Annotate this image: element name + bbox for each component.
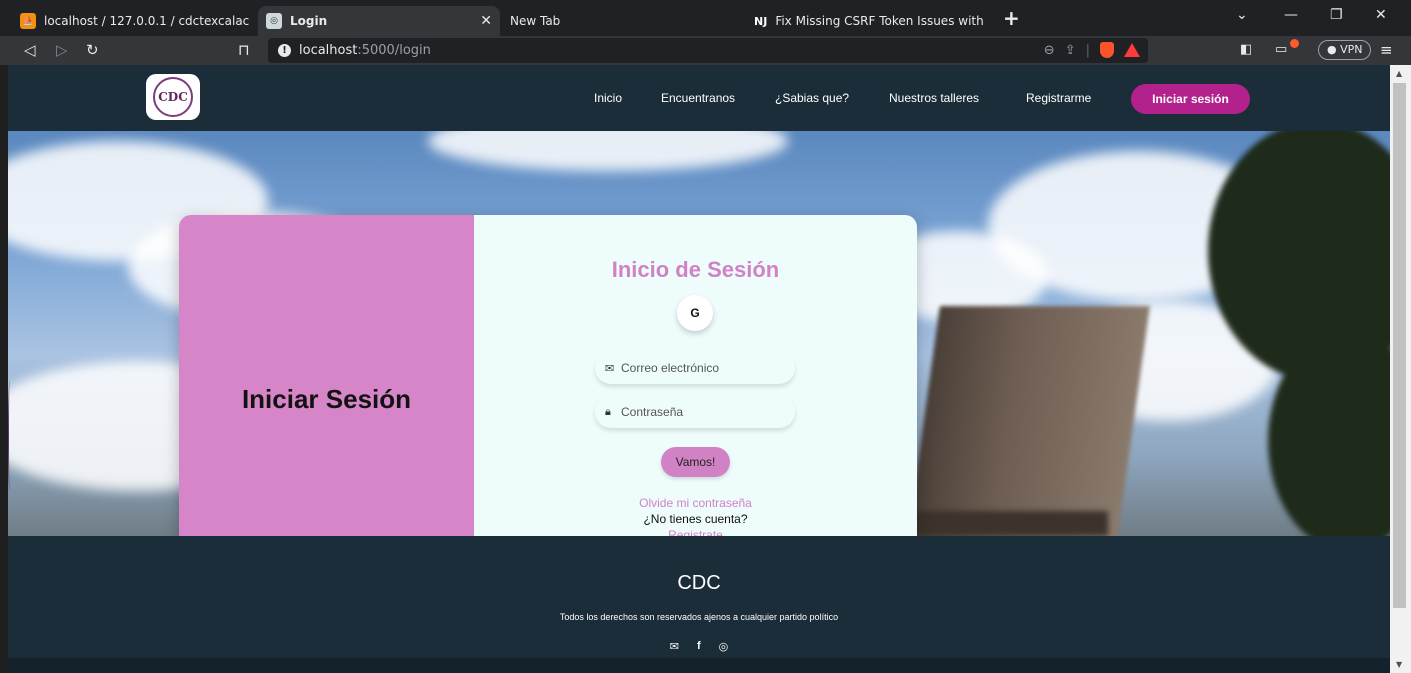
share-icon[interactable]: ⇪	[1065, 43, 1076, 58]
sidebar-icon[interactable]: ◧	[1240, 41, 1252, 59]
tab-title: New Tab	[510, 14, 561, 28]
login-card-left-panel: Iniciar Sesión	[179, 215, 474, 536]
footer-social-icons: ✉ f ◎	[8, 640, 1390, 653]
url-path: :5000/login	[357, 43, 431, 58]
mail-icon[interactable]: ✉	[670, 640, 679, 653]
nav-iniciar-sesion-button[interactable]: Iniciar sesión	[1131, 84, 1250, 114]
url-host: localhost	[299, 43, 358, 58]
nav-sabias-que[interactable]: ¿Sabias que?	[775, 91, 849, 105]
bookmark-icon[interactable]: ⊓	[238, 41, 250, 59]
email-input[interactable]	[621, 361, 781, 375]
tab-phpmyadmin[interactable]: ⛵ localhost / 127.0.0.1 / cdctexcalac / …	[12, 6, 258, 36]
site-navbar: CDC Inicio Encuentranos ¿Sabias que? Nue…	[8, 65, 1390, 131]
browser-toolbar: ◁ ▷ ↻ ⊓ ! localhost :5000/login ⊖ ⇪ | ◧ …	[0, 36, 1411, 65]
forward-icon[interactable]: ▷	[56, 41, 68, 59]
minimize-icon[interactable]: —	[1284, 7, 1298, 23]
tab-new-tab[interactable]: New Tab	[502, 6, 742, 36]
phpmyadmin-icon: ⛵	[20, 13, 36, 29]
login-form: Inicio de Sesión G ✉ 🔒︎ Vamos! Olvide mi…	[474, 215, 917, 536]
lock-icon: 🔒︎	[605, 405, 611, 418]
nav-encuentranos[interactable]: Encuentranos	[661, 91, 735, 105]
menu-icon[interactable]: ≡	[1380, 41, 1393, 59]
mail-icon: ✉	[605, 361, 615, 375]
google-icon: G	[690, 306, 700, 320]
page-scrollbar[interactable]: ▲ ▼	[1390, 65, 1411, 673]
page-viewport: CDC Inicio Encuentranos ¿Sabias que? Nue…	[8, 65, 1390, 673]
tab-title: Login	[290, 14, 328, 28]
password-input[interactable]	[621, 405, 781, 419]
email-field[interactable]: ✉	[595, 352, 795, 384]
login-card: Iniciar Sesión Inicio de Sesión G ✉ 🔒︎ V…	[179, 215, 917, 536]
nj-favicon-icon: NJ	[754, 14, 768, 28]
new-tab-button[interactable]: +	[1003, 8, 1020, 28]
site-logo[interactable]: CDC	[146, 74, 200, 120]
tab-csrf-article[interactable]: NJ Fix Missing CSRF Token Issues with Fl…	[746, 6, 996, 36]
no-account-text: ¿No tienes cuenta?	[643, 512, 748, 526]
tab-title: localhost / 127.0.0.1 / cdctexcalac / to	[44, 14, 250, 28]
notification-dot	[1290, 39, 1299, 48]
forgot-password-link[interactable]: Olvide mi contraseña	[474, 496, 917, 510]
site-footer: CDC Todos los derechos son reservados aj…	[8, 536, 1390, 658]
scroll-up-icon[interactable]: ▲	[1396, 69, 1402, 78]
password-field[interactable]: 🔒︎	[595, 396, 795, 428]
nav-inicio[interactable]: Inicio	[594, 91, 622, 105]
close-tab-icon[interactable]: ✕	[480, 13, 492, 29]
restore-icon[interactable]: ❐	[1330, 7, 1343, 23]
footer-copyright: Todos los derechos son reservados ajenos…	[559, 612, 839, 622]
facebook-icon[interactable]: f	[697, 640, 701, 653]
footer-title: CDC	[677, 572, 721, 594]
form-title: Inicio de Sesión	[611, 257, 780, 282]
back-icon[interactable]: ◁	[24, 41, 36, 59]
submit-button[interactable]: Vamos!	[661, 447, 730, 477]
address-bar[interactable]: ! localhost :5000/login ⊖ ⇪ |	[268, 38, 1148, 63]
brave-shields-icon[interactable]	[1100, 42, 1114, 58]
site-info-icon[interactable]: !	[278, 44, 291, 57]
hero-background-image: Iniciar Sesión Inicio de Sesión G ✉ 🔒︎ V…	[8, 131, 1390, 536]
zoom-icon[interactable]: ⊖	[1044, 43, 1055, 58]
tab-search-icon[interactable]: ⌄	[1236, 7, 1248, 23]
close-window-icon[interactable]: ✕	[1375, 7, 1387, 23]
footer-bottom-bar	[8, 658, 1390, 673]
nav-registrarme[interactable]: Registrarme	[1026, 91, 1091, 105]
browser-tab-strip: ⛵ localhost / 127.0.0.1 / cdctexcalac / …	[0, 0, 1411, 36]
brave-rewards-icon[interactable]	[1124, 43, 1140, 57]
reload-icon[interactable]: ↻	[86, 41, 99, 59]
wallet-icon[interactable]: ▭	[1275, 41, 1287, 59]
nav-nuestros-talleres[interactable]: Nuestros talleres	[889, 91, 979, 105]
google-login-button[interactable]: G	[677, 295, 713, 331]
vpn-button[interactable]: ● VPN	[1318, 40, 1372, 60]
instagram-icon[interactable]: ◎	[719, 640, 729, 653]
tab-login[interactable]: ◎ Login ✕	[258, 6, 500, 36]
tab-title: Fix Missing CSRF Token Issues with Fla	[775, 14, 988, 28]
logo-text: CDC	[153, 77, 193, 117]
site-favicon-icon: ◎	[266, 13, 282, 29]
scroll-thumb[interactable]	[1393, 83, 1406, 608]
scroll-down-icon[interactable]: ▼	[1396, 660, 1402, 669]
login-heading: Iniciar Sesión	[241, 384, 412, 414]
register-link[interactable]: Registrate	[474, 528, 917, 536]
